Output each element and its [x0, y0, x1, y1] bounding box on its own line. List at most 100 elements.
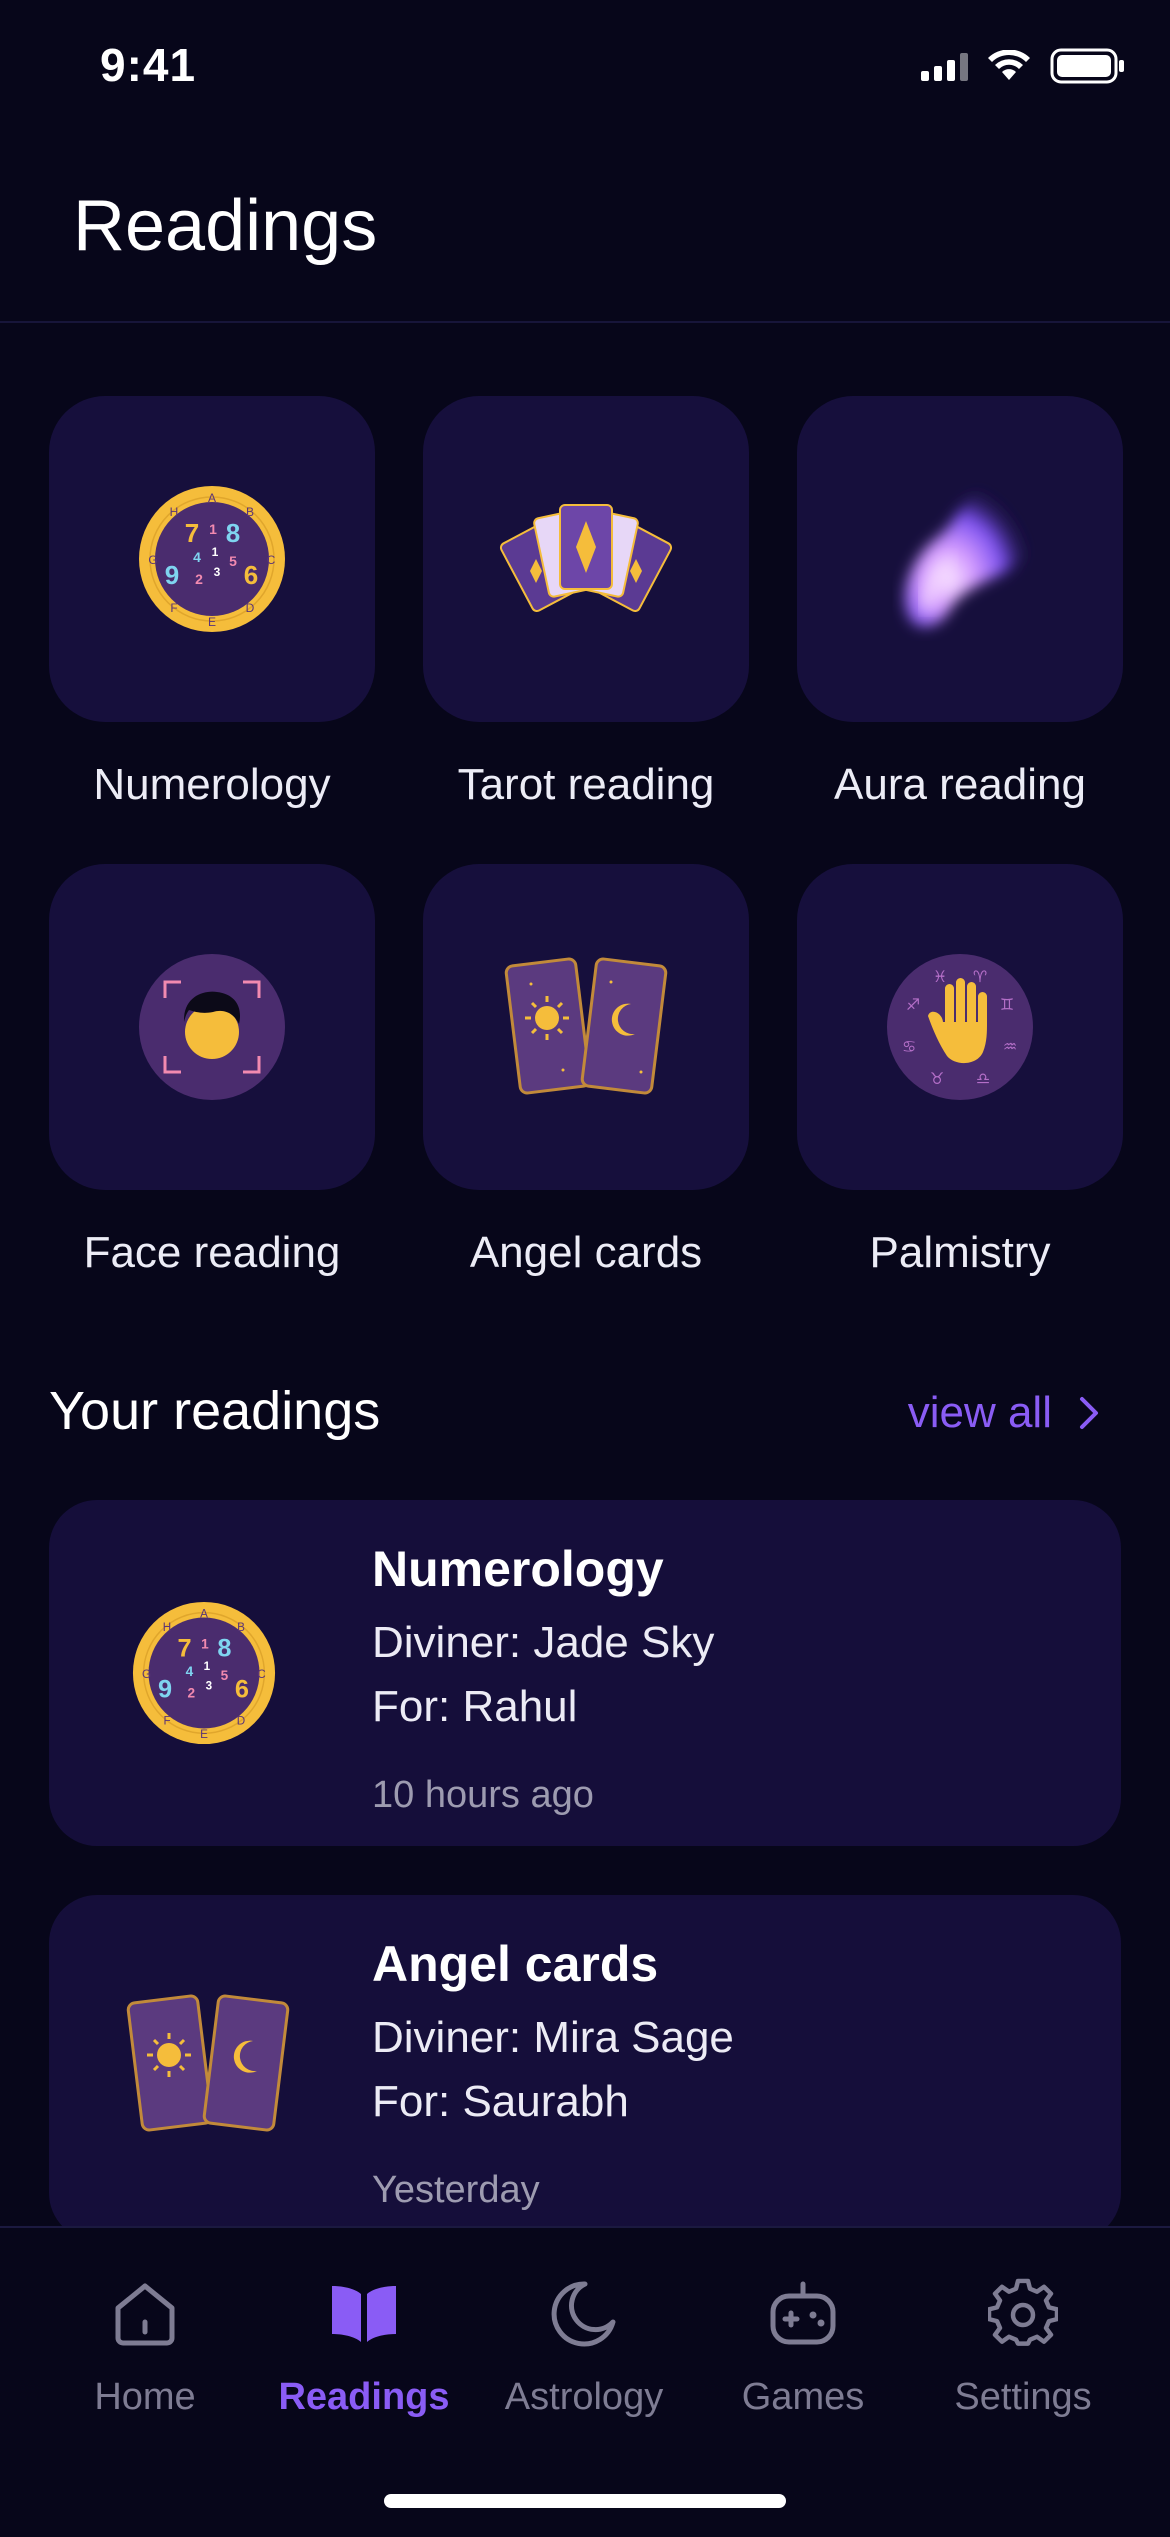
- svg-text:♊: ♊: [1000, 995, 1014, 1014]
- svg-text:♒: ♒: [1003, 1037, 1017, 1056]
- aura-flame-icon: [905, 487, 1028, 627]
- svg-text:♓: ♓: [933, 967, 947, 986]
- reading-card-angel-cards[interactable]: Angel cards Diviner: Mira Sage For: Saur…: [49, 1895, 1121, 2241]
- gamepad-icon: [770, 2281, 836, 2345]
- card-for: For: Saurabh: [372, 2077, 629, 2126]
- wheel-letter: C: [267, 553, 276, 567]
- tile-numerology[interactable]: A B C D E F G H 7 1 8 4 1 5 9 2 6 3 Nume…: [49, 396, 375, 810]
- tab-settings-label: Settings: [954, 2376, 1092, 2418]
- wheel-letter: C: [257, 1668, 265, 1681]
- wheel-letter: F: [163, 1715, 170, 1728]
- wheel-digit: 9: [165, 560, 179, 590]
- tile-face-reading-box: [49, 864, 375, 1190]
- wheel-letter: E: [208, 615, 216, 629]
- wheel-letter: B: [246, 505, 254, 519]
- tile-face-reading[interactable]: Face reading: [49, 864, 375, 1278]
- wheel-letter: G: [142, 1668, 151, 1681]
- wheel-letter: H: [163, 1621, 171, 1634]
- card-time: Yesterday: [372, 2169, 540, 2211]
- chevron-right-icon: [1080, 1397, 1098, 1429]
- tile-aura-reading[interactable]: Aura reading: [797, 396, 1123, 810]
- wheel-digit: 6: [244, 560, 258, 590]
- wheel-digit: 7: [185, 518, 199, 548]
- svg-text:♈: ♈: [973, 967, 987, 986]
- tile-angel-cards-box: [423, 864, 749, 1190]
- angel-cards-icon: [504, 957, 668, 1095]
- wheel-digit: 3: [214, 565, 221, 579]
- tile-palmistry-label: Palmistry: [869, 1228, 1051, 1277]
- reading-card-numerology[interactable]: A B C D E F G H 7 1 8 4 1 5 9 2 6 3 Nume…: [49, 1500, 1121, 1846]
- wheel-digit: 6: [235, 1675, 249, 1703]
- card-title: Numerology: [372, 1541, 664, 1597]
- page-title: Readings: [73, 186, 378, 266]
- tile-face-reading-label: Face reading: [83, 1228, 341, 1277]
- tile-numerology-box: A B C D E F G H 7 1 8 4 1 5 9 2 6 3: [49, 396, 375, 722]
- svg-text:♐: ♐: [906, 995, 920, 1014]
- tile-numerology-label: Numerology: [93, 760, 331, 809]
- face-scan-icon: [139, 954, 285, 1100]
- wheel-digit: 4: [186, 1664, 194, 1679]
- wheel-letter: F: [170, 601, 177, 615]
- tab-astrology[interactable]: Astrology: [474, 2268, 694, 2419]
- your-readings-title: Your readings: [49, 1381, 381, 1441]
- home-icon: [115, 2283, 175, 2346]
- moon-icon: [551, 2281, 616, 2347]
- wheel-digit: 2: [188, 1685, 196, 1700]
- tab-settings[interactable]: Settings: [913, 2268, 1133, 2419]
- card-icon: [123, 1989, 293, 2144]
- header-divider: [0, 321, 1170, 323]
- wheel-digit: 9: [158, 1675, 172, 1703]
- palm-zodiac-icon: ♓ ♈ ♐ ♊ ♋ ♒ ♉ ♎: [887, 954, 1033, 1100]
- tile-angel-cards-label: Angel cards: [469, 1228, 703, 1277]
- numerology-wheel-icon: A B C D E F G H 7 1 8 4 1 5 9 2 6 3: [139, 486, 285, 632]
- tile-angel-cards[interactable]: Angel cards: [423, 864, 749, 1278]
- tile-tarot-reading-box: [423, 396, 749, 722]
- cellular-signal-icon: [921, 51, 968, 81]
- wheel-digit: 1: [209, 521, 217, 537]
- tile-tarot-reading[interactable]: Tarot reading: [423, 396, 749, 810]
- home-indicator[interactable]: [384, 2494, 786, 2508]
- tab-readings[interactable]: Readings: [254, 2268, 474, 2419]
- view-all-label: view all: [907, 1388, 1052, 1437]
- battery-icon: [1050, 48, 1124, 84]
- tab-home-label: Home: [94, 2376, 196, 2418]
- wheel-digit: 8: [217, 1634, 231, 1662]
- tarot-cards-icon: [499, 504, 673, 612]
- wheel-digit: 7: [177, 1634, 191, 1662]
- tab-games[interactable]: Games: [693, 2268, 913, 2419]
- tab-readings-label: Readings: [278, 2376, 450, 2418]
- wheel-digit: 5: [221, 1668, 229, 1683]
- wheel-letter: D: [246, 601, 255, 615]
- tile-tarot-reading-label: Tarot reading: [457, 760, 715, 809]
- wheel-letter: A: [208, 491, 216, 505]
- wheel-digit: 1: [201, 1637, 209, 1652]
- wheel-digit: 8: [226, 518, 240, 548]
- svg-text:♉: ♉: [930, 1069, 944, 1088]
- wheel-digit: 5: [229, 553, 237, 569]
- wheel-letter: E: [200, 1728, 208, 1741]
- gear-icon: [988, 2278, 1058, 2346]
- card-text: Angel cards Diviner: Mira Sage For: Saur…: [372, 1935, 734, 2212]
- wheel-digit: 2: [195, 571, 203, 587]
- wheel-letter: D: [237, 1715, 245, 1728]
- card-for: For: Rahul: [372, 1682, 578, 1731]
- tab-bar: Home Readings Astrology Games Settings: [0, 2226, 1170, 2537]
- wheel-digit: 3: [206, 1680, 213, 1693]
- status-time: 9:41: [100, 39, 197, 91]
- wheel-letter: B: [237, 1621, 245, 1634]
- card-title: Angel cards: [372, 1936, 659, 1992]
- view-all-link[interactable]: view all: [908, 1388, 1100, 1438]
- wheel-digit: 1: [204, 1660, 211, 1673]
- card-diviner: Diviner: Jade Sky: [372, 1618, 715, 1667]
- wheel-letter: H: [170, 505, 179, 519]
- status-bar: 9:41: [0, 0, 1170, 140]
- tab-games-label: Games: [741, 2376, 865, 2418]
- wheel-digit: 1: [212, 545, 219, 559]
- tab-home[interactable]: Home: [35, 2268, 255, 2419]
- tile-aura-reading-label: Aura reading: [834, 760, 1086, 809]
- svg-text:♋: ♋: [902, 1037, 916, 1056]
- tile-palmistry[interactable]: ♓ ♈ ♐ ♊ ♋ ♒ ♉ ♎ Palmistry: [797, 864, 1123, 1278]
- status-icons: [921, 48, 1126, 84]
- tile-palmistry-box: ♓ ♈ ♐ ♊ ♋ ♒ ♉ ♎: [797, 864, 1123, 1190]
- wheel-letter: A: [200, 1608, 208, 1621]
